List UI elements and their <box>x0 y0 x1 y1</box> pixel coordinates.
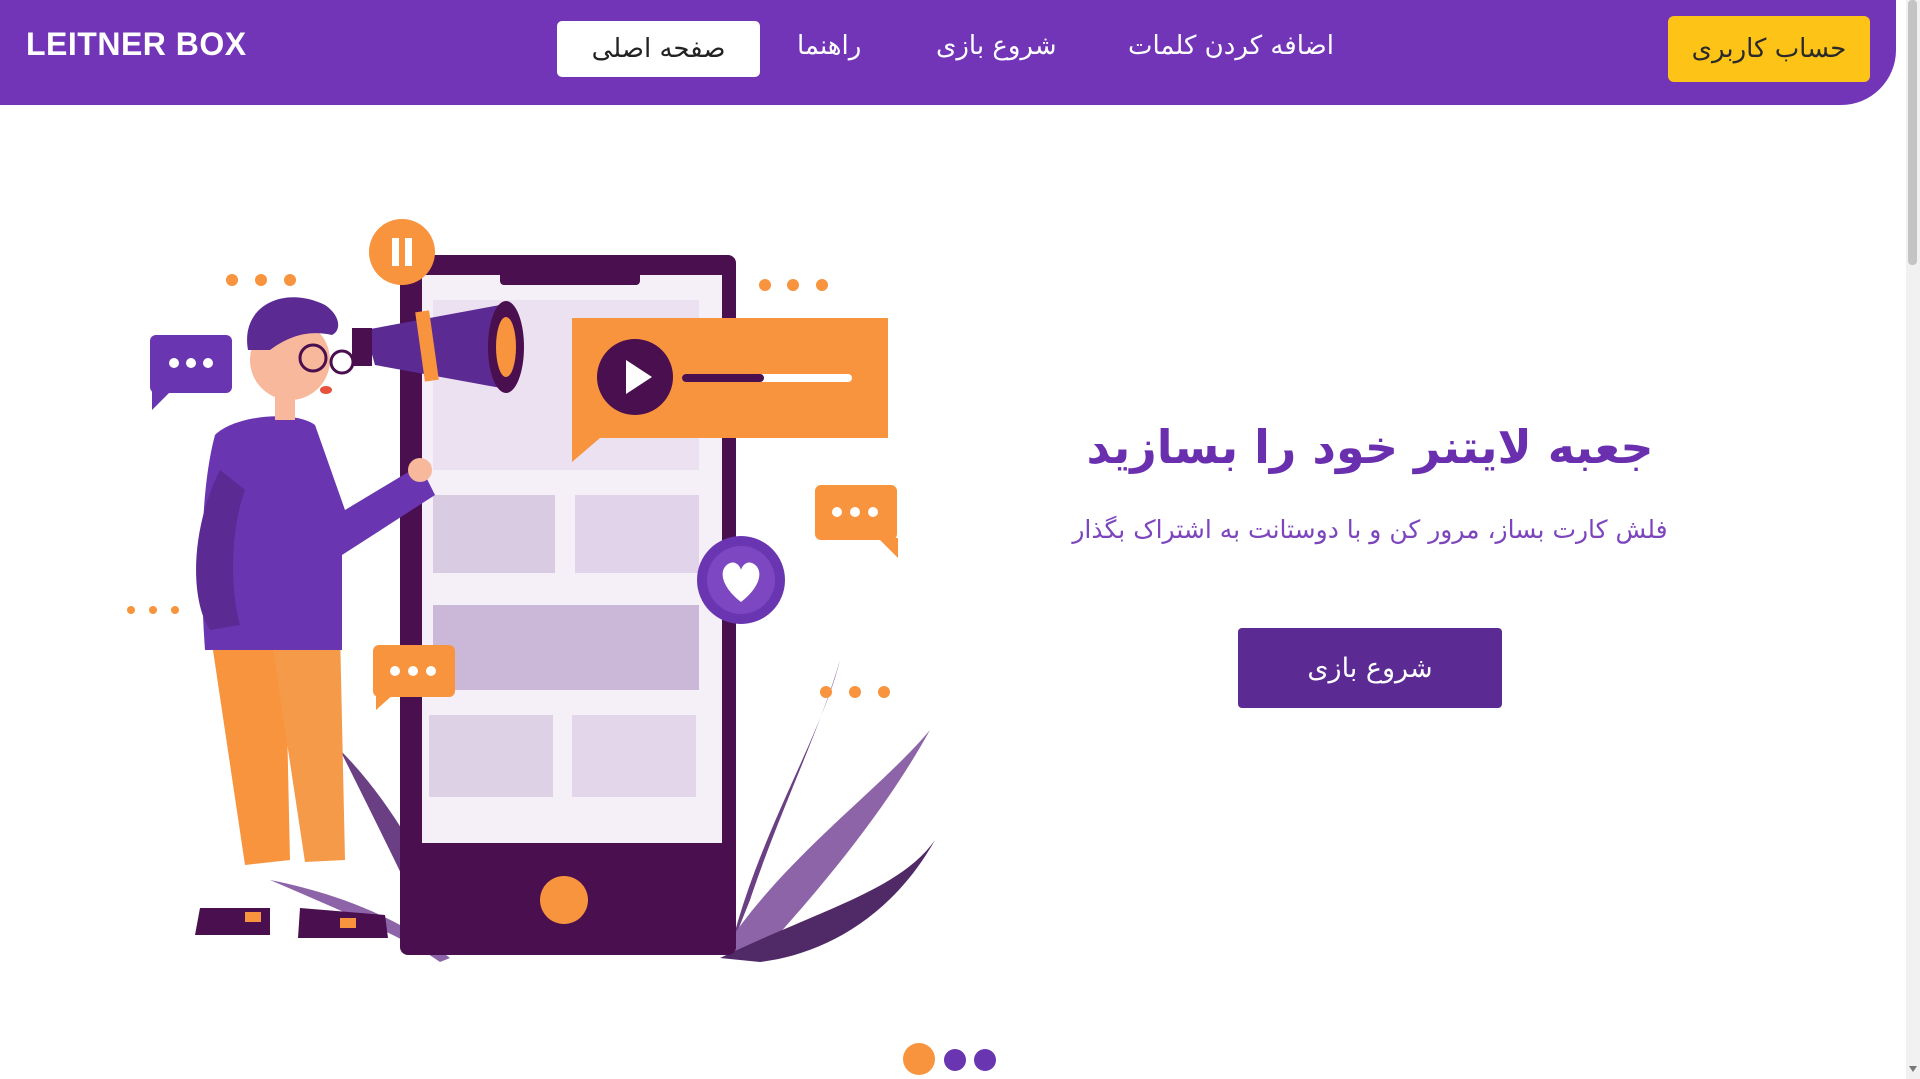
nav-link-add-words[interactable]: اضافه کردن کلمات <box>1128 31 1334 61</box>
hero-subtitle: فلش کارت بساز، مرور کن و با دوستانت به ا… <box>1072 515 1668 544</box>
nav-link-start-game[interactable]: شروع بازی <box>936 31 1057 61</box>
start-game-button[interactable]: شروع بازی <box>1238 628 1502 708</box>
heart-icon <box>697 536 785 624</box>
page-scrollbar[interactable] <box>1906 0 1920 1079</box>
hero-title: جعبه لایتنر خود را بسازید <box>1086 420 1654 474</box>
user-account-button[interactable]: حساب کاربری <box>1668 16 1870 82</box>
carousel-dot-2[interactable] <box>944 1049 966 1071</box>
nav-link-guide[interactable]: راهنما <box>797 31 861 61</box>
hero-illustration <box>127 219 935 962</box>
logo[interactable]: LEITNER BOX <box>26 26 247 63</box>
scrollbar-thumb[interactable] <box>1908 0 1917 265</box>
nav-link-home[interactable]: صفحه اصلی <box>557 21 760 77</box>
carousel-dot-3[interactable] <box>974 1049 996 1071</box>
top-navbar: LEITNER BOX صفحه اصلی راهنما شروع بازی ا… <box>0 0 1896 105</box>
scroll-down-arrow-icon[interactable] <box>1909 1066 1917 1072</box>
carousel-dot-1[interactable] <box>903 1043 935 1075</box>
pause-icon <box>369 219 435 285</box>
